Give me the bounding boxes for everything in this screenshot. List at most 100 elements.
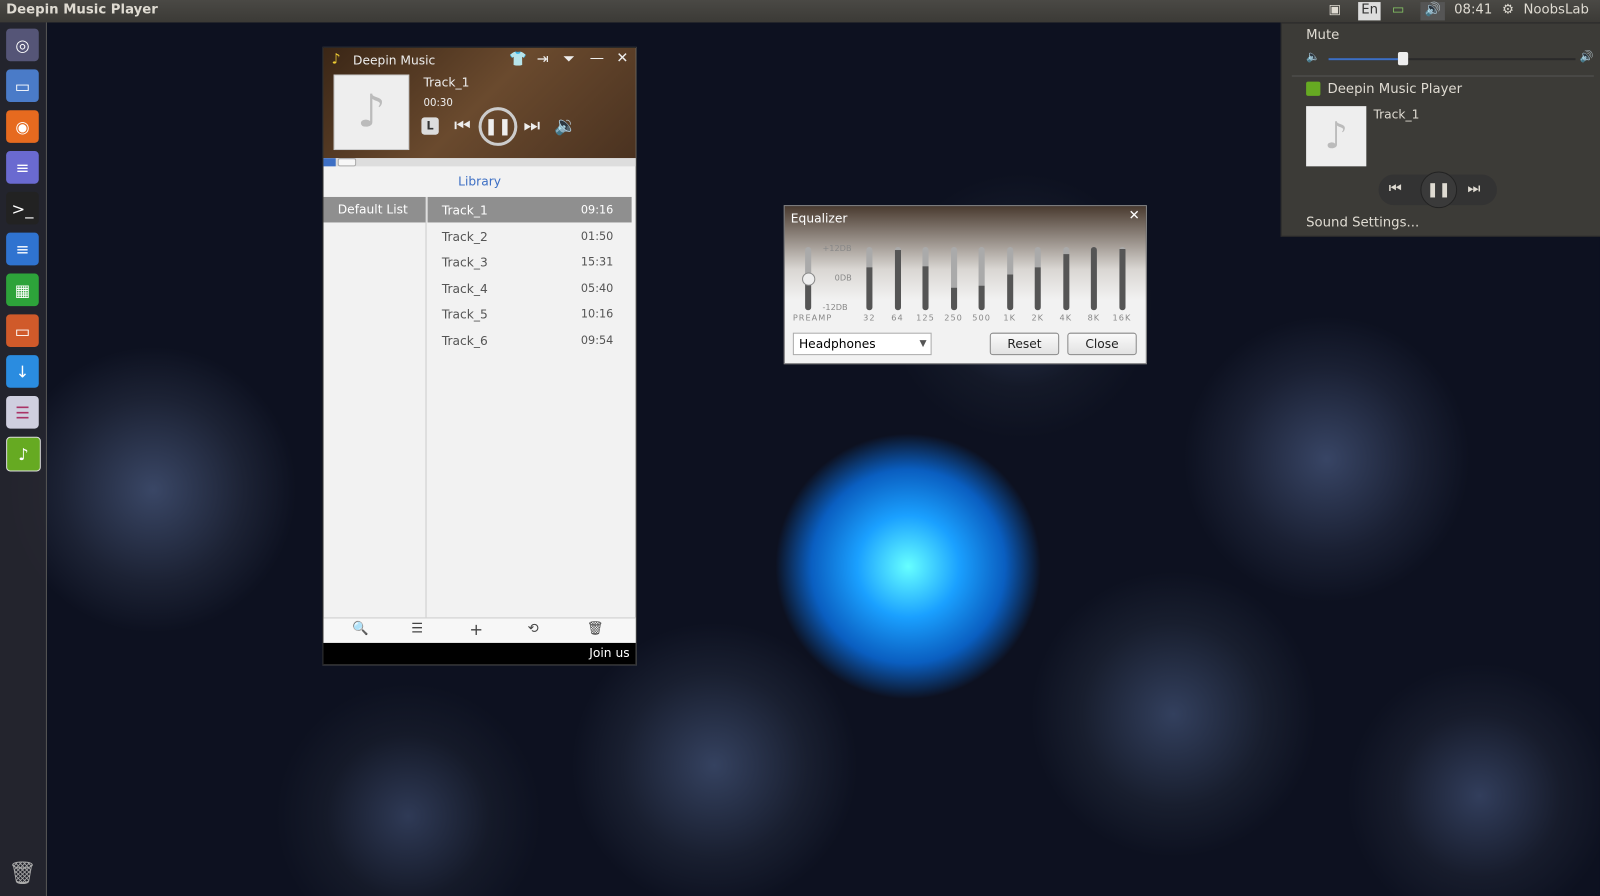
track-name: Track_5 [441, 307, 488, 322]
sound-settings-item[interactable]: Sound Settings... [1306, 215, 1419, 230]
track-name: Track_3 [441, 255, 488, 270]
calc-icon[interactable]: ▦ [6, 273, 39, 307]
add-icon[interactable]: + [469, 619, 483, 638]
band-label: 1K [1003, 313, 1016, 323]
mini-mode-icon[interactable]: ⇥ [537, 51, 549, 67]
divider [1291, 75, 1594, 77]
progress-bar[interactable] [323, 158, 636, 167]
track-row[interactable]: Track_3 15:31 [428, 249, 632, 275]
text-editor-icon[interactable]: ≡ [6, 151, 39, 184]
deepin-music-icon[interactable]: ♪ [6, 436, 41, 472]
band-level [1062, 254, 1069, 311]
band-slider[interactable] [1118, 246, 1125, 311]
trash-icon[interactable]: 🗑 [6, 857, 39, 890]
firefox-icon[interactable]: ◉ [6, 110, 39, 143]
search-icon[interactable]: 🔍 [352, 621, 369, 636]
download-icon[interactable]: ↓ [6, 355, 39, 388]
band-slider[interactable] [1006, 246, 1013, 311]
gear-icon[interactable]: ⚙ [1502, 2, 1514, 20]
minimize-icon[interactable]: — [590, 50, 604, 66]
clock[interactable]: 08:41 [1454, 2, 1492, 20]
volume-handle[interactable] [1397, 52, 1408, 66]
band-level [894, 250, 901, 311]
close-icon[interactable]: ✕ [616, 50, 628, 66]
next-button[interactable]: ⏭ [1467, 181, 1480, 197]
band-level [1090, 246, 1097, 311]
repeat-icon[interactable]: ⟲ [528, 621, 539, 636]
menu-icon[interactable]: ⏷ [563, 51, 574, 67]
track-row[interactable]: Track_1 09:16 [427, 196, 632, 223]
pause-button[interactable]: ❚❚ [1420, 171, 1458, 209]
preset-value: Headphones [798, 336, 876, 352]
music-note-icon: ♪ [331, 51, 341, 68]
band-slider[interactable] [1090, 246, 1097, 311]
previous-button[interactable]: ⏮ [454, 115, 471, 136]
battery-icon[interactable]: ▭ [1392, 2, 1405, 20]
user-menu[interactable]: NoobsLab [1523, 2, 1588, 20]
writer-icon[interactable]: ≡ [6, 232, 39, 266]
track-name: Track_6 [441, 333, 488, 348]
dash-icon[interactable]: ◎ [6, 28, 39, 62]
volume-icon[interactable]: 🔊 [1420, 2, 1446, 21]
impress-icon[interactable]: ▭ [6, 314, 39, 347]
track-name: Track_4 [441, 281, 488, 296]
network-icon[interactable]: ▣ [1329, 2, 1342, 20]
volume-button[interactable]: 🔉 [554, 115, 577, 136]
player-name[interactable]: Deepin Music Player [1328, 82, 1463, 97]
volume-fill [1328, 58, 1403, 61]
player-header: ♪ Deepin Music 👕 ⇥ ⏷ — ✕ ♪ Track_1 00:30… [323, 47, 636, 159]
active-window-title: Deepin Music Player [6, 2, 158, 18]
band-slider[interactable] [894, 246, 901, 311]
play-mode-button[interactable]: L [421, 117, 439, 135]
track-row[interactable]: Track_2 01:50 [428, 223, 632, 249]
band-label: 8K [1087, 313, 1101, 323]
band-label: 64 [891, 313, 904, 323]
reset-button[interactable]: Reset [989, 332, 1060, 356]
terminal-icon[interactable]: >_ [6, 191, 39, 225]
mute-item[interactable]: Mute [1306, 28, 1339, 43]
track-name: Track_2 [441, 229, 488, 244]
pause-button[interactable]: ❚❚ [478, 107, 518, 146]
join-us-link[interactable]: Join us [589, 646, 635, 660]
elapsed-time: 00:30 [423, 97, 453, 110]
delete-icon[interactable]: 🗑 [587, 621, 604, 636]
previous-button[interactable]: ⏮ [1389, 181, 1402, 197]
playlist-sidebar: Default List [323, 196, 427, 618]
band-label: 32 [863, 313, 876, 323]
track-row[interactable]: Track_6 09:54 [428, 327, 632, 353]
preamp-knob[interactable] [802, 272, 816, 286]
skin-icon[interactable]: 👕 [509, 51, 527, 67]
band-slider[interactable] [978, 246, 985, 311]
band-slider[interactable] [950, 246, 957, 311]
settings-icon[interactable]: ☰ [6, 395, 39, 429]
close-button[interactable]: Close [1067, 332, 1137, 356]
track-duration: 09:16 [580, 203, 614, 217]
album-art: ♪ [1306, 106, 1367, 167]
band-slider[interactable] [1062, 246, 1069, 311]
volume-slider[interactable] [1328, 52, 1576, 66]
chevron-down-icon: ▼ [919, 338, 927, 350]
list-item-default[interactable]: Default List [323, 196, 426, 223]
band-slider[interactable] [1034, 246, 1041, 311]
track-row[interactable]: Track_4 05:40 [428, 275, 632, 301]
track-title: Track_1 [1373, 107, 1420, 122]
track-duration: 01:50 [580, 229, 614, 243]
volume-low-icon: 🔈 [1306, 50, 1321, 64]
band-label: 500 [972, 313, 991, 323]
next-button[interactable]: ⏭ [523, 115, 540, 136]
band-slider[interactable] [922, 246, 929, 311]
files-icon[interactable]: ▭ [6, 69, 39, 103]
list-icon[interactable]: ☰ [411, 621, 423, 636]
track-row[interactable]: Track_5 10:16 [428, 301, 632, 327]
keyboard-layout-indicator[interactable]: En [1358, 2, 1382, 21]
progress-handle[interactable] [337, 158, 357, 167]
launcher: ◎ ▭ ◉ ≡ >_ ≡ ▦ ▭ ↓ ☰ ♪ 🗑 [0, 22, 47, 896]
library-tab[interactable]: Library [323, 175, 635, 189]
close-icon[interactable]: ✕ [1129, 208, 1140, 223]
top-panel: Deepin Music Player ▣ En ▭ 🔊 08:41 ⚙ Noo… [0, 0, 1600, 23]
band-level [1006, 274, 1013, 311]
band-label: 16K [1112, 313, 1132, 323]
preset-select[interactable]: Headphones ▼ [792, 332, 932, 356]
band-label: 2K [1031, 313, 1045, 323]
band-slider[interactable] [866, 246, 873, 311]
